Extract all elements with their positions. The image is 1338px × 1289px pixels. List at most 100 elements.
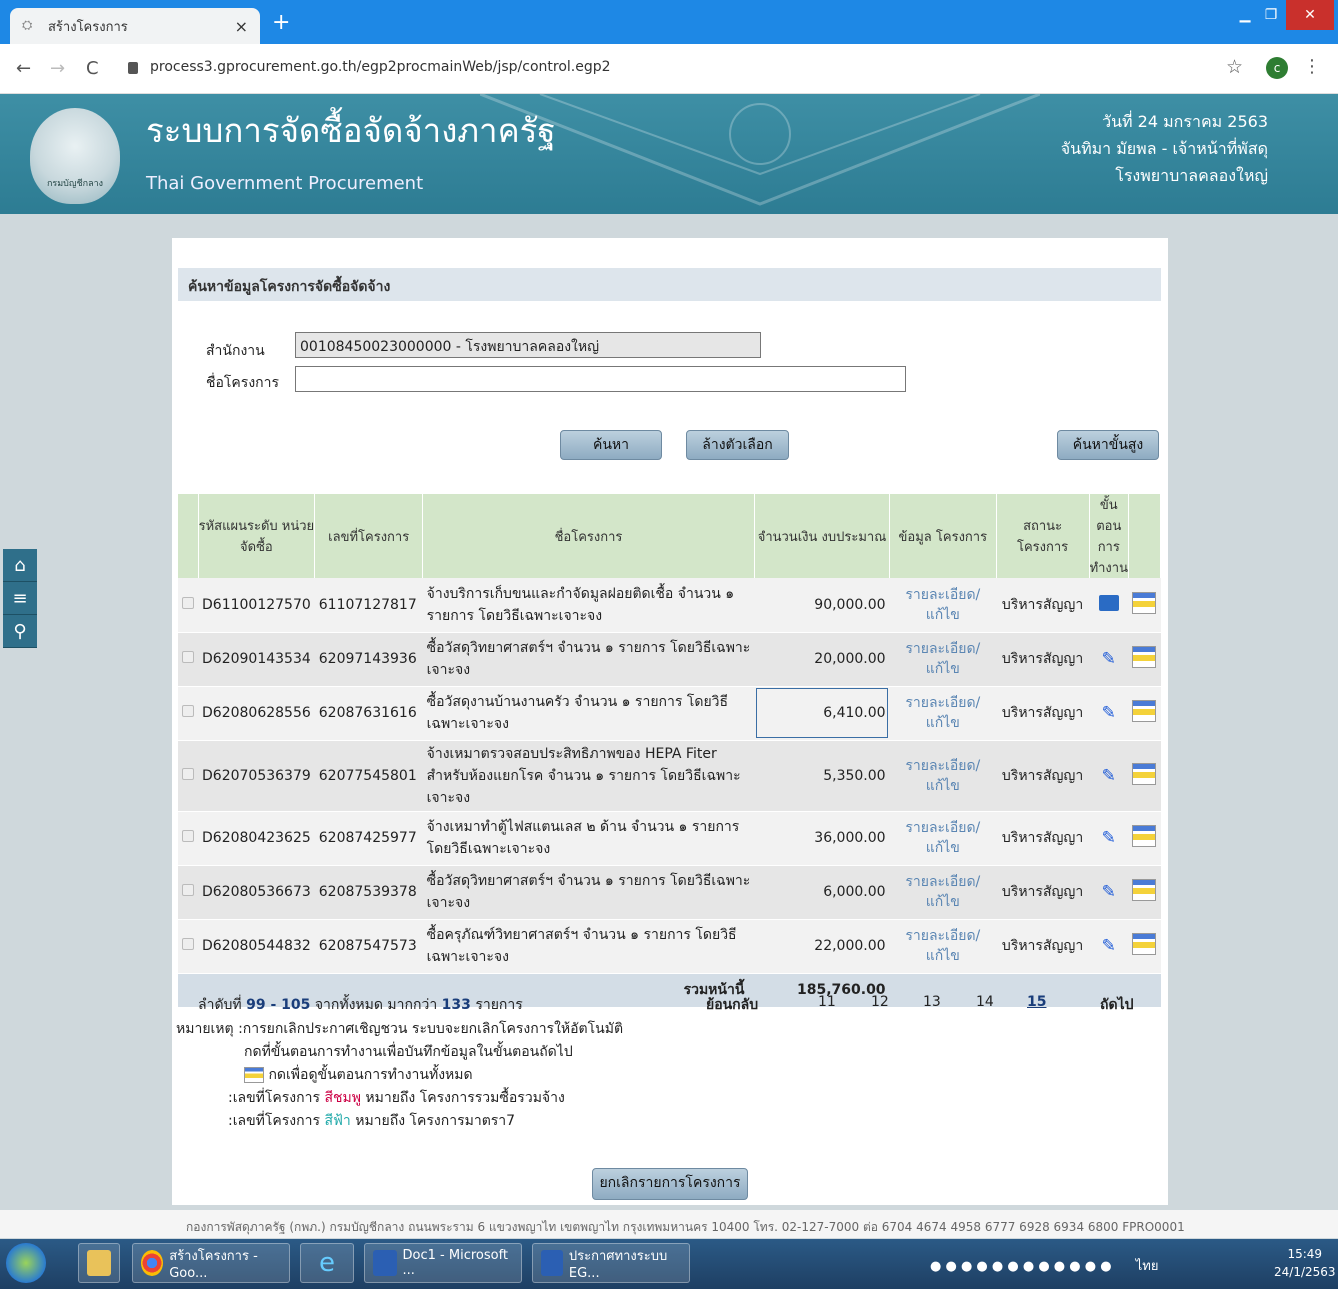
budget-amount: 6,410.00	[754, 686, 890, 741]
current-date: วันที่ 24 มกราคม 2563	[1102, 112, 1268, 131]
row-checkbox[interactable]	[182, 651, 194, 663]
pencil-icon[interactable]: ✎	[1089, 686, 1129, 741]
budget-amount: 6,000.00	[754, 865, 890, 920]
project-name: จ้างบริการเก็บขนและกำจัดมูลฝอยติดเชื้อ จ…	[422, 578, 755, 633]
minimize-icon[interactable]: ▁	[1232, 0, 1258, 30]
detail-edit-link[interactable]: รายละเอียด/แก้ไข	[889, 740, 997, 812]
table-row: D62080544832 62087547573 ซื้อครุภัณฑ์วิท…	[178, 919, 1161, 974]
file-explorer-icon[interactable]	[78, 1243, 120, 1283]
home-icon[interactable]: ⌂	[3, 549, 37, 582]
word-icon	[373, 1250, 397, 1276]
pager-back[interactable]: ย้อนกลับ	[706, 994, 758, 1016]
taskbar-label: Doc1 - Microsoft ...	[402, 1248, 509, 1278]
project-table: รหัสแผนระดับ หน่วยจัดซื้อ เลขที่โครงการ …	[178, 494, 1162, 1008]
clock[interactable]: 15:49 24/1/2563	[1274, 1245, 1336, 1281]
row-checkbox[interactable]	[182, 938, 194, 950]
plan-code: D62070536379	[198, 740, 315, 812]
side-toolbar: ⌂ ≡ ⚲	[3, 549, 37, 648]
detail-edit-link[interactable]: รายละเอียด/แก้ไข	[889, 919, 997, 974]
bookmark-star-icon[interactable]: ☆	[1226, 56, 1243, 78]
steps-list-icon[interactable]	[1132, 933, 1157, 955]
steps-list-icon[interactable]	[1132, 646, 1157, 668]
browser-tabbar: ⛭ สร้างโครงการ × + ▁ ❐ ✕	[0, 0, 1338, 44]
office-label: สำนักงาน	[206, 343, 265, 359]
project-name: ซื้อครุภัณฑ์วิทยาศาสตร์ฯ จำนวน ๑ รายการ …	[422, 919, 755, 974]
header-project-no: เลขที่โครงการ	[314, 494, 424, 578]
taskbar-item-word-announcement[interactable]: ประกาศทางระบบ EG...	[532, 1243, 690, 1283]
taskbar-item-chrome[interactable]: สร้างโครงการ - Goo...	[132, 1243, 290, 1283]
pencil-icon[interactable]: ✎	[1089, 632, 1129, 687]
pager-current-page[interactable]: 15	[1027, 994, 1046, 1010]
advanced-search-button[interactable]: ค้นหาขั้นสูง	[1057, 430, 1159, 460]
pager-next[interactable]: ถัดไป	[1100, 994, 1134, 1016]
url-field[interactable]: process3.gprocurement.go.th/egp2procmain…	[150, 59, 611, 75]
internet-explorer-icon[interactable]: e	[300, 1243, 354, 1283]
steps-list-icon[interactable]	[1132, 700, 1157, 722]
pager-page-14[interactable]: 14	[976, 994, 994, 1010]
record-range: ลำดับที่ 99 - 105 จากทั้งหมด มากกว่า 133…	[198, 994, 523, 1017]
detail-edit-link[interactable]: รายละเอียด/แก้ไข	[889, 811, 997, 866]
project-number: 61107127817	[314, 578, 423, 633]
steps-list-icon[interactable]	[1132, 591, 1157, 614]
search-icon[interactable]: ⚲	[3, 615, 37, 648]
reload-icon[interactable]: C	[86, 58, 99, 79]
note-5-suffix: หมายถึง โครงการมาตรา7	[355, 1113, 516, 1129]
project-status: บริหารสัญญา	[996, 686, 1090, 741]
office-field[interactable]: 00108450023000000 - โรงพยาบาลคลองใหญ่	[295, 332, 761, 358]
address-bar: ← → C process3.gprocurement.go.th/egp2pr…	[0, 44, 1338, 94]
chrome-icon	[141, 1250, 164, 1276]
row-checkbox[interactable]	[182, 830, 194, 842]
organization-name: โรงพยาบาลคลองใหญ่	[1115, 166, 1268, 185]
project-name: จ้างเหมาตรวจสอบประสิทธิภาพของ HEPA Fiter…	[422, 740, 755, 812]
header-project-name: ชื่อโครงการ	[422, 494, 755, 578]
forward-arrow-icon[interactable]: →	[50, 58, 65, 79]
pencil-icon[interactable]: ✎	[1089, 811, 1129, 866]
start-button[interactable]	[6, 1243, 46, 1283]
menu-icon[interactable]: ≡	[3, 582, 37, 615]
detail-edit-link[interactable]: รายละเอียด/แก้ไข	[889, 578, 997, 633]
row-checkbox[interactable]	[182, 705, 194, 717]
detail-edit-link[interactable]: รายละเอียด/แก้ไข	[889, 686, 997, 741]
note-4-prefix: :เลขที่โครงการ	[228, 1090, 320, 1106]
tab-close-icon[interactable]: ×	[235, 17, 248, 36]
detail-edit-link[interactable]: รายละเอียด/แก้ไข	[889, 865, 997, 920]
taskbar-item-word-doc1[interactable]: Doc1 - Microsoft ...	[364, 1243, 522, 1283]
pencil-icon[interactable]: ✎	[1089, 865, 1129, 920]
plan-code: D62080423625	[198, 811, 315, 866]
back-arrow-icon[interactable]: ←	[16, 58, 31, 79]
project-number: 62077545801	[314, 740, 423, 812]
detail-edit-link[interactable]: รายละเอียด/แก้ไข	[889, 632, 997, 687]
steps-list-icon[interactable]	[1132, 879, 1157, 901]
plan-code: D62080544832	[198, 919, 315, 974]
pencil-icon[interactable]: ✎	[1089, 740, 1129, 812]
header-checkbox-col	[178, 494, 199, 578]
steps-list-icon[interactable]	[1132, 825, 1157, 847]
pager-page-11[interactable]: 11	[818, 994, 836, 1010]
pager-page-12[interactable]: 12	[871, 994, 889, 1010]
row-checkbox[interactable]	[182, 596, 194, 609]
section-title: ค้นหาข้อมูลโครงการจัดซื้อจัดจ้าง	[178, 268, 1161, 301]
header-plan-code: รหัสแผนระดับ หน่วยจัดซื้อ	[198, 494, 316, 578]
close-window-icon[interactable]: ✕	[1286, 0, 1334, 30]
steps-list-icon[interactable]	[1132, 762, 1157, 785]
cancel-project-button[interactable]: ยกเลิกรายการโครงการ	[592, 1168, 748, 1200]
project-name: ซื้อวัสดุงานบ้านงานครัว จำนวน ๑ รายการ โ…	[422, 686, 755, 741]
project-number: 62087631616	[314, 686, 423, 741]
clear-button[interactable]: ล้างตัวเลือก	[686, 430, 789, 460]
menu-dots-icon[interactable]: ⋮	[1303, 56, 1321, 77]
pencil-icon[interactable]: ✎	[1089, 919, 1129, 974]
profile-avatar[interactable]: c	[1266, 57, 1288, 79]
pager-page-13[interactable]: 13	[923, 994, 941, 1010]
taskbar: สร้างโครงการ - Goo... e Doc1 - Microsoft…	[0, 1239, 1338, 1289]
maximize-icon[interactable]: ❐	[1258, 0, 1284, 30]
table-row: D62080628556 62087631616 ซื้อวัสดุงานบ้า…	[178, 686, 1161, 741]
new-tab-button[interactable]: +	[272, 12, 290, 34]
row-checkbox[interactable]	[182, 767, 194, 780]
search-button[interactable]: ค้นหา	[560, 430, 662, 460]
project-name-input[interactable]	[295, 366, 906, 392]
row-checkbox[interactable]	[182, 884, 194, 896]
browser-tab[interactable]: ⛭ สร้างโครงการ ×	[10, 8, 260, 44]
note-line-4: :เลขที่โครงการ สีชมพู หมายถึง โครงการรวม…	[176, 1087, 623, 1110]
book-icon[interactable]	[1098, 594, 1119, 611]
input-language[interactable]: ไทย	[1136, 1259, 1159, 1274]
